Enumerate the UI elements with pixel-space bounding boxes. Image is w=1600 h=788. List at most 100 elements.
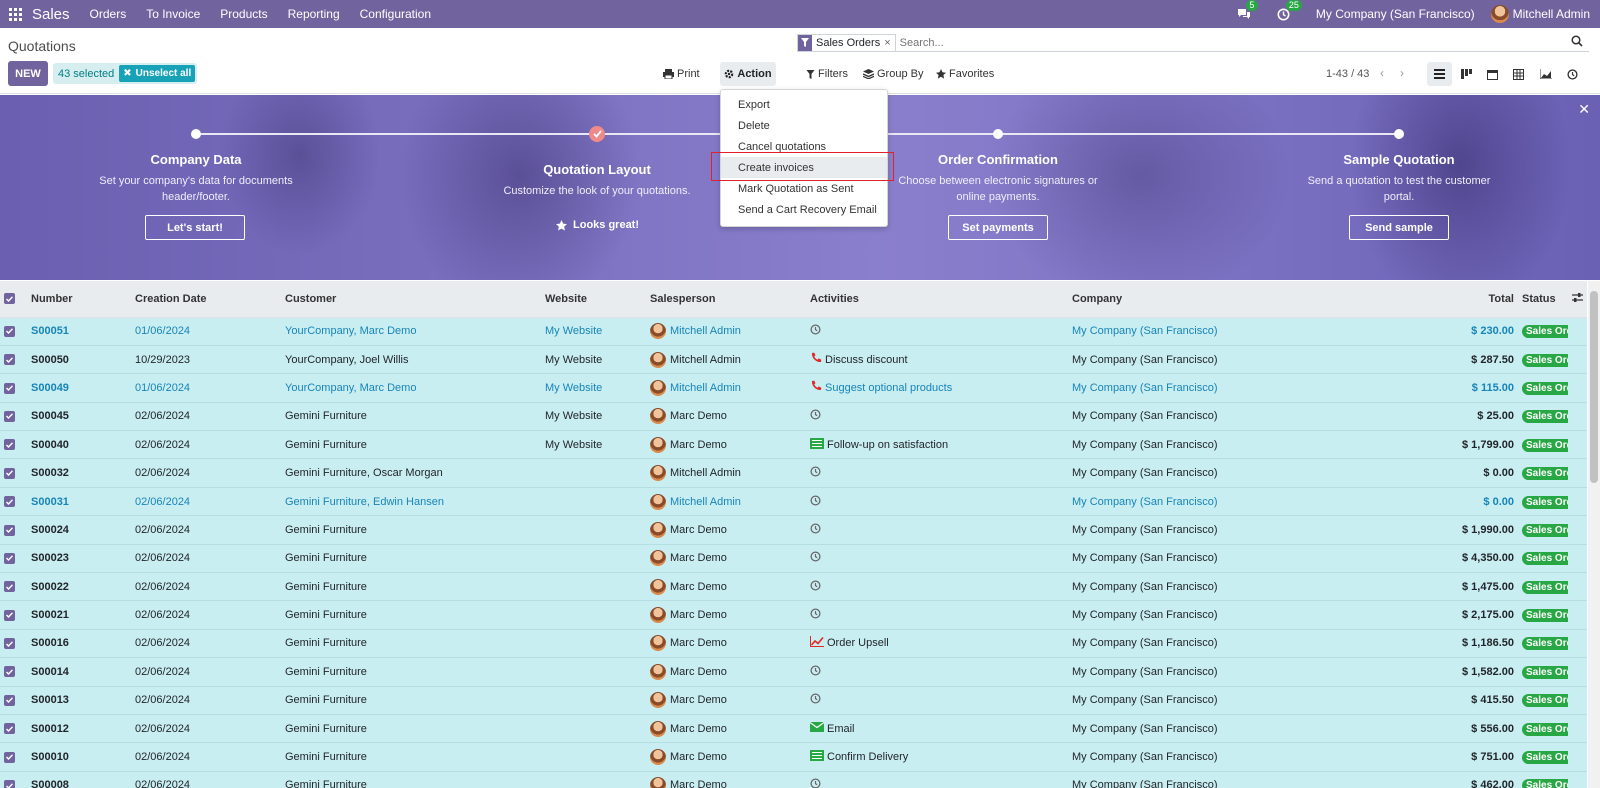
cell-activity[interactable]: Follow-up on satisfaction: [806, 430, 1068, 460]
pager-previous-icon[interactable]: ‹: [1380, 66, 1384, 80]
table-row[interactable]: S00023 02/06/2024 Gemini Furniture Marc Dem…: [0, 544, 1587, 574]
table-row[interactable]: S00010 02/06/2024 Gemini Furniture Marc Dem…: [0, 742, 1587, 772]
kanban-view-icon[interactable]: [1454, 62, 1479, 86]
cell-activity[interactable]: [806, 458, 1068, 488]
menu-item-delete[interactable]: Delete: [721, 115, 887, 136]
row-checkbox[interactable]: [0, 487, 27, 517]
filters-button[interactable]: Filters: [806, 68, 848, 80]
cell-number[interactable]: S00008: [27, 771, 131, 788]
row-checkbox[interactable]: [0, 629, 27, 659]
email-icon[interactable]: [809, 722, 827, 735]
remove-facet-icon[interactable]: ×: [884, 37, 894, 49]
row-checkbox[interactable]: [0, 345, 27, 375]
table-row[interactable]: S00051 01/06/2024 YourCompany, Marc Demo My…: [0, 317, 1587, 346]
menu-item-mark-sent[interactable]: Mark Quotation as Sent: [721, 178, 887, 199]
clock-icon[interactable]: [810, 324, 824, 338]
cell-activity[interactable]: [806, 572, 1068, 602]
user-menu[interactable]: Mitchell Admin: [1490, 5, 1590, 23]
cell-activity[interactable]: Confirm Delivery: [806, 742, 1068, 772]
row-checkbox[interactable]: [0, 771, 27, 788]
activities-icon[interactable]: 25: [1276, 0, 1302, 22]
table-row[interactable]: S00040 02/06/2024 Gemini Furniture My Websi…: [0, 430, 1587, 460]
cell-number[interactable]: S00032: [27, 458, 131, 488]
select-all-checkbox[interactable]: [0, 281, 27, 318]
cell-number[interactable]: S00014: [27, 657, 131, 687]
menu-to-invoice[interactable]: To Invoice: [146, 7, 200, 21]
cell-salesperson[interactable]: Marc Demo: [646, 572, 806, 602]
menu-item-create-invoices[interactable]: Create invoices: [721, 157, 887, 178]
clock-icon[interactable]: [810, 523, 824, 537]
table-row[interactable]: S00012 02/06/2024 Gemini Furniture Marc Dem…: [0, 714, 1587, 744]
cell-number[interactable]: S00031: [27, 487, 131, 517]
new-button[interactable]: NEW: [8, 61, 48, 86]
cell-salesperson[interactable]: Mitchell Admin: [646, 345, 806, 375]
scroll-thumb[interactable]: [1590, 291, 1598, 483]
cell-number[interactable]: S00049: [27, 373, 131, 403]
cell-activity[interactable]: [806, 657, 1068, 687]
cell-salesperson[interactable]: Marc Demo: [646, 544, 806, 574]
col-company[interactable]: Company: [1068, 281, 1388, 318]
row-checkbox[interactable]: [0, 742, 27, 772]
cell-activity[interactable]: Discuss discount: [806, 345, 1068, 375]
search-input[interactable]: [899, 36, 1589, 49]
cell-activity[interactable]: [806, 487, 1068, 517]
cell-salesperson[interactable]: Marc Demo: [646, 742, 806, 772]
clock-icon[interactable]: [810, 693, 824, 707]
clock-icon[interactable]: [810, 409, 824, 423]
clock-icon[interactable]: [810, 494, 824, 509]
cell-number[interactable]: S00022: [27, 572, 131, 602]
row-checkbox[interactable]: [0, 686, 27, 715]
chart-icon[interactable]: [810, 636, 827, 650]
group-by-button[interactable]: Group By: [863, 68, 923, 80]
phone-icon[interactable]: [810, 380, 825, 395]
cell-activity[interactable]: Email: [806, 714, 1068, 744]
table-row[interactable]: S00031 02/06/2024 Gemini Furniture, Edwin …: [0, 487, 1587, 517]
cell-number[interactable]: S00016: [27, 629, 131, 659]
cell-number[interactable]: S00024: [27, 515, 131, 545]
action-button[interactable]: Action: [720, 62, 776, 86]
menu-products[interactable]: Products: [220, 7, 267, 21]
col-activities[interactable]: Activities: [806, 281, 1068, 318]
row-checkbox[interactable]: [0, 515, 27, 545]
cell-salesperson[interactable]: Mitchell Admin: [646, 458, 806, 488]
graph-view-icon[interactable]: [1533, 62, 1558, 86]
messages-icon[interactable]: 5: [1236, 0, 1258, 22]
cell-salesperson[interactable]: Marc Demo: [646, 771, 806, 788]
clock-icon[interactable]: [810, 466, 824, 480]
menu-item-cancel-quotations[interactable]: Cancel quotations: [721, 136, 887, 157]
clock-icon[interactable]: [810, 665, 824, 679]
cell-activity[interactable]: [806, 515, 1068, 545]
table-row[interactable]: S00022 02/06/2024 Gemini Furniture Marc Dem…: [0, 572, 1587, 602]
col-website[interactable]: Website: [541, 281, 646, 318]
list-view-icon[interactable]: [1427, 62, 1452, 86]
cell-salesperson[interactable]: Marc Demo: [646, 430, 806, 460]
print-button[interactable]: Print: [663, 68, 700, 80]
calendar-view-icon[interactable]: [1480, 62, 1505, 86]
cell-salesperson[interactable]: Marc Demo: [646, 600, 806, 630]
cell-salesperson[interactable]: Mitchell Admin: [646, 373, 806, 403]
menu-item-export[interactable]: Export: [721, 94, 887, 115]
col-number[interactable]: Number: [27, 281, 131, 318]
menu-configuration[interactable]: Configuration: [360, 7, 431, 21]
close-banner-icon[interactable]: ✕: [1578, 101, 1590, 118]
menu-item-cart-recovery[interactable]: Send a Cart Recovery Email: [721, 199, 887, 220]
clock-icon[interactable]: [810, 551, 824, 565]
favorites-button[interactable]: Favorites: [936, 68, 994, 80]
lets-start-button[interactable]: Let's start!: [145, 215, 245, 240]
cell-activity[interactable]: Suggest optional products: [806, 373, 1068, 403]
table-row[interactable]: S00024 02/06/2024 Gemini Furniture Marc Dem…: [0, 515, 1587, 545]
table-row[interactable]: S00032 02/06/2024 Gemini Furniture, Oscar …: [0, 458, 1587, 488]
set-payments-button[interactable]: Set payments: [948, 215, 1048, 240]
menu-orders[interactable]: Orders: [90, 7, 127, 21]
cell-salesperson[interactable]: Marc Demo: [646, 714, 806, 744]
cell-activity[interactable]: Order Upsell: [806, 629, 1068, 659]
cell-activity[interactable]: [806, 402, 1068, 432]
table-row[interactable]: S00050 10/29/2023 YourCompany, Joel Willis…: [0, 345, 1587, 375]
table-row[interactable]: S00008 02/06/2024 Gemini Furniture Marc Dem…: [0, 771, 1587, 788]
row-checkbox[interactable]: [0, 317, 27, 346]
cell-activity[interactable]: [806, 686, 1068, 715]
cell-number[interactable]: S00021: [27, 600, 131, 630]
table-row[interactable]: S00014 02/06/2024 Gemini Furniture Marc Dem…: [0, 657, 1587, 687]
table-row[interactable]: S00013 02/06/2024 Gemini Furniture Marc Dem…: [0, 686, 1587, 715]
row-checkbox[interactable]: [0, 402, 27, 432]
